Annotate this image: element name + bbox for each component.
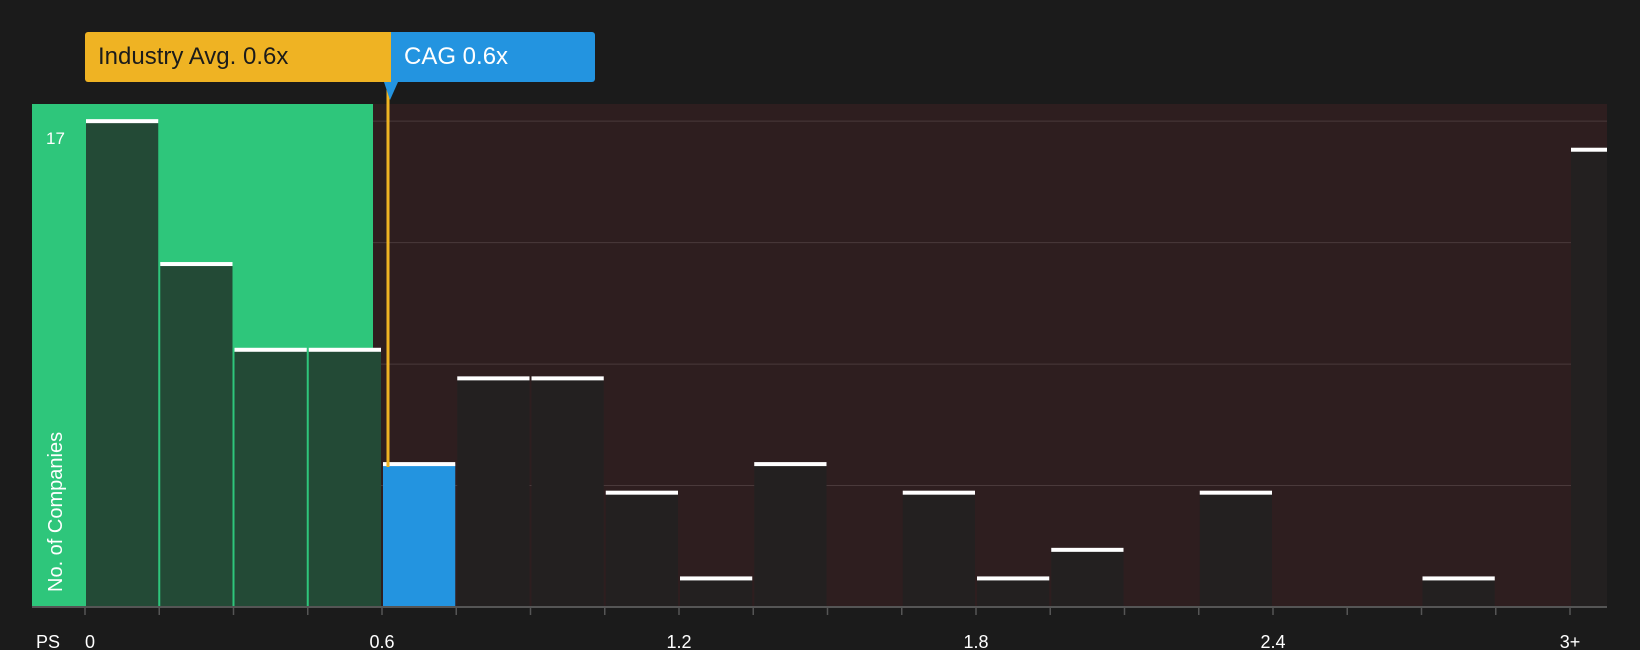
tooltip-pointer [384, 82, 398, 100]
bar-3 [308, 349, 381, 607]
bar-4 [383, 464, 456, 607]
x-tick-label-1: 0.6 [369, 632, 394, 650]
bar-cap-7 [605, 490, 678, 495]
bar-7 [605, 492, 678, 607]
bar-cap-4 [383, 462, 456, 467]
bar-2 [234, 349, 307, 607]
y-axis-label: No. of Companies [45, 432, 67, 592]
bar-cap-15 [1199, 490, 1272, 495]
bar-cap-3 [308, 347, 381, 352]
x-axis-ticks: 0 0.6 1.2 1.8 2.4 3+ [84, 607, 1581, 650]
bar-13 [1051, 549, 1124, 607]
bar-cap-0 [86, 119, 159, 124]
ps-histogram-chart: 0 0.6 1.2 1.8 2.4 3+ 17 No. of Companies PS [32, 82, 1607, 650]
bar-cap-5 [457, 376, 530, 381]
bar-1 [160, 264, 233, 607]
x-axis-label: PS [36, 632, 60, 650]
bar-8 [680, 578, 753, 607]
bar-cap-12 [977, 576, 1050, 581]
x-tick-label-4: 2.4 [1260, 632, 1285, 650]
x-tick-label-0: 0 [85, 632, 95, 650]
bar-5 [457, 378, 530, 607]
bar-6 [531, 378, 604, 607]
x-tick-label-3: 1.8 [963, 632, 988, 650]
bar-cap-6 [531, 376, 604, 381]
bar-cap-1 [160, 262, 233, 267]
x-tick-label-2: 1.2 [666, 632, 691, 650]
y-axis-max-label: 17 [46, 129, 65, 148]
bar-cap-11 [902, 490, 975, 495]
bar-20 [1571, 149, 1607, 607]
x-tick-label-5: 3+ [1560, 632, 1581, 650]
bar-cap-9 [754, 462, 827, 467]
bar-15 [1199, 492, 1272, 607]
bar-cap-2 [234, 347, 307, 352]
bar-cap-18 [1422, 576, 1495, 581]
bar-12 [977, 578, 1050, 607]
bar-cap-20 [1571, 147, 1607, 152]
bar-0 [86, 121, 159, 607]
bar-cap-13 [1051, 547, 1124, 552]
bar-11 [902, 492, 975, 607]
bar-18 [1422, 578, 1495, 607]
bar-9 [754, 464, 827, 607]
bar-cap-8 [680, 576, 753, 581]
